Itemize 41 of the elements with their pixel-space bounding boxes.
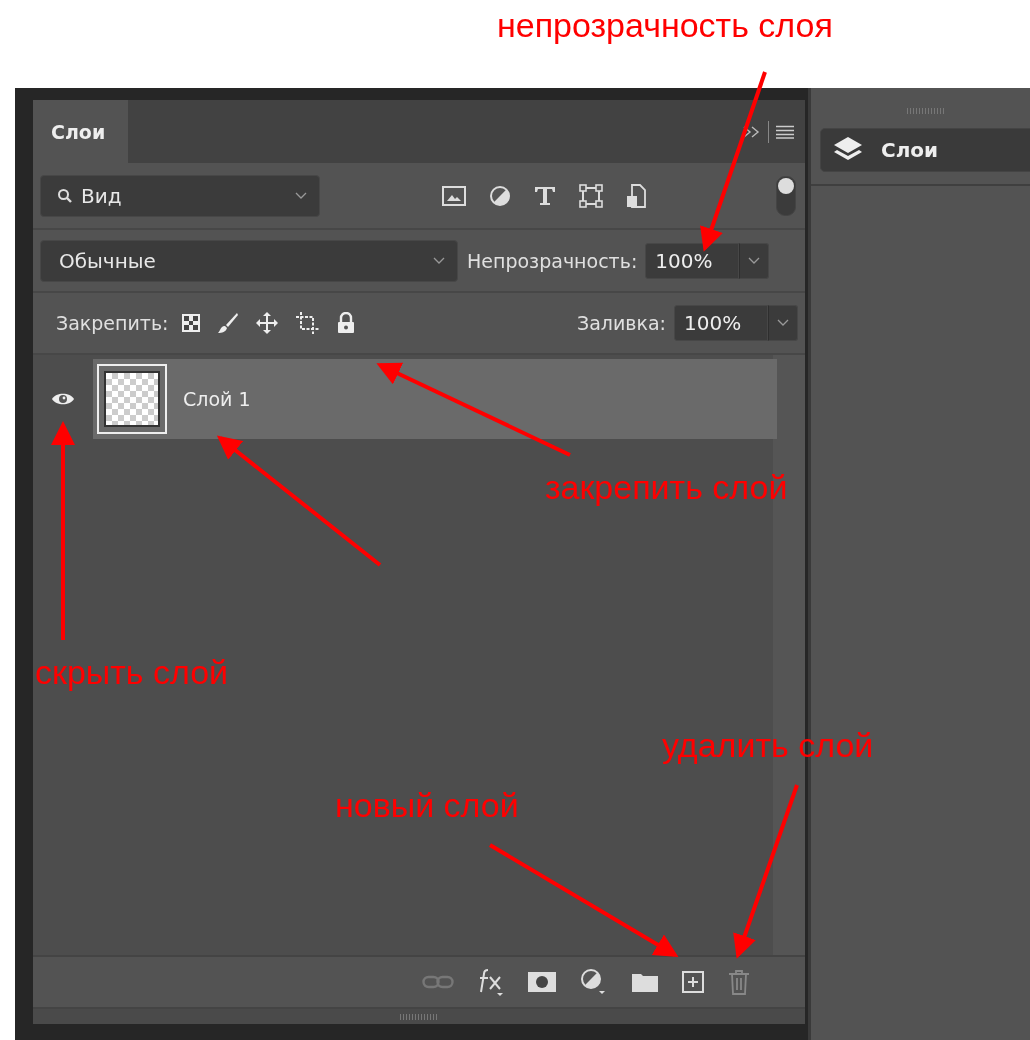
move-icon[interactable] bbox=[254, 311, 279, 335]
half-circle-icon[interactable] bbox=[580, 968, 608, 996]
transparent-thumbnail bbox=[97, 364, 167, 434]
filter-value: Вид bbox=[81, 183, 122, 208]
annotation-label: скрыть слой bbox=[35, 653, 229, 692]
chevron-down-icon bbox=[433, 256, 445, 265]
fill-field[interactable]: 100% bbox=[674, 305, 768, 341]
annotation-label: новый слой bbox=[335, 786, 519, 825]
layer-row[interactable]: Слой 1 bbox=[93, 359, 777, 439]
lock-label: Закрепить: bbox=[56, 312, 169, 334]
fill-label: Заливка: bbox=[576, 312, 666, 334]
menu-icon[interactable] bbox=[775, 124, 795, 139]
blend-mode-dropdown[interactable]: Обычные bbox=[40, 239, 458, 282]
chevron-down-icon bbox=[295, 191, 307, 200]
half-circle-icon[interactable] bbox=[489, 184, 511, 207]
transform-icon[interactable] bbox=[579, 183, 603, 208]
opacity-label: Непрозрачность: bbox=[467, 249, 638, 272]
fx-icon[interactable] bbox=[478, 968, 504, 996]
layers-panel-button[interactable]: Слои bbox=[820, 128, 1030, 172]
search-icon bbox=[57, 187, 73, 204]
chevron-down-icon bbox=[777, 319, 789, 327]
filter-toggle[interactable] bbox=[776, 175, 796, 216]
lock-icon[interactable] bbox=[336, 312, 355, 334]
eye-icon[interactable] bbox=[51, 391, 75, 407]
document-icon[interactable] bbox=[626, 183, 646, 208]
annotation-label: удалить слой bbox=[662, 726, 874, 765]
annotation-label: закрепить слой bbox=[545, 468, 788, 507]
add-icon[interactable] bbox=[682, 971, 704, 993]
layer-name: Слой 1 bbox=[183, 388, 251, 410]
chevron-down-icon bbox=[748, 256, 761, 265]
checkerboard-icon[interactable] bbox=[180, 313, 201, 333]
panel-tab[interactable]: Слои bbox=[33, 100, 128, 163]
image-icon[interactable] bbox=[442, 185, 466, 206]
crop-icon[interactable] bbox=[294, 311, 321, 335]
filter-dropdown[interactable]: Вид bbox=[40, 174, 320, 217]
annotation-label: непрозрачность слоя bbox=[497, 6, 833, 45]
opacity-field[interactable]: 100% bbox=[645, 242, 740, 279]
brush-icon[interactable] bbox=[216, 312, 239, 334]
type-icon[interactable] bbox=[534, 185, 556, 206]
mask-icon[interactable] bbox=[528, 972, 556, 992]
folder-icon[interactable] bbox=[632, 972, 658, 992]
